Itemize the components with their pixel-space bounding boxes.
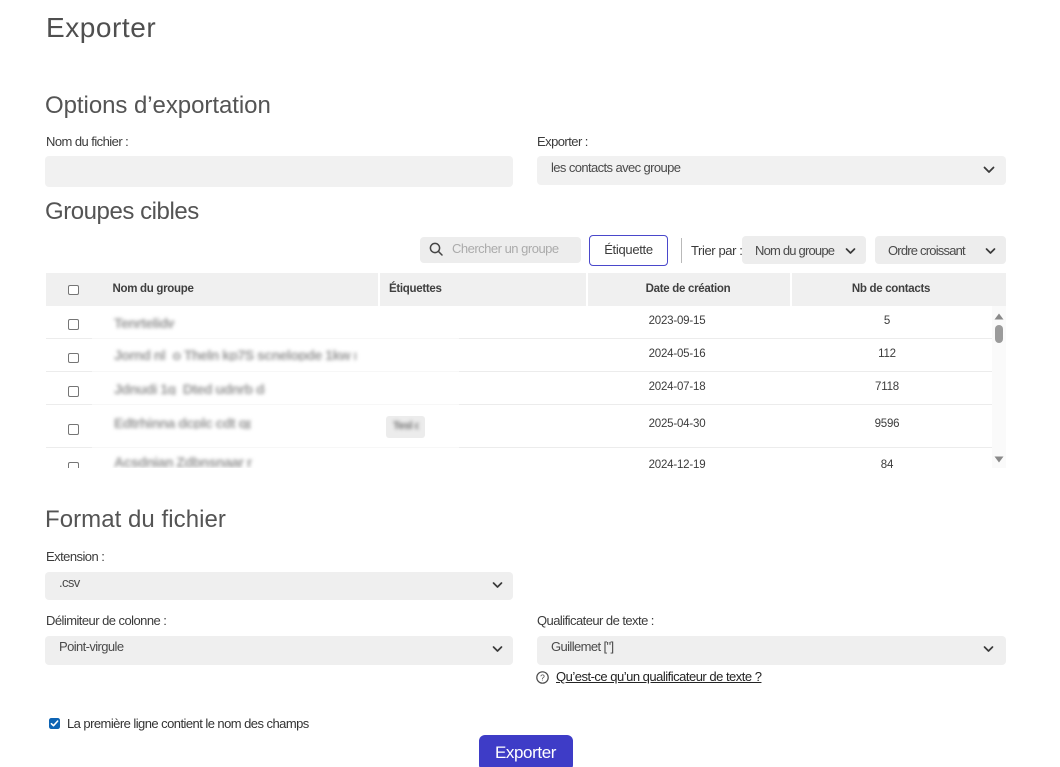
svg-text:?: ? <box>540 672 545 682</box>
